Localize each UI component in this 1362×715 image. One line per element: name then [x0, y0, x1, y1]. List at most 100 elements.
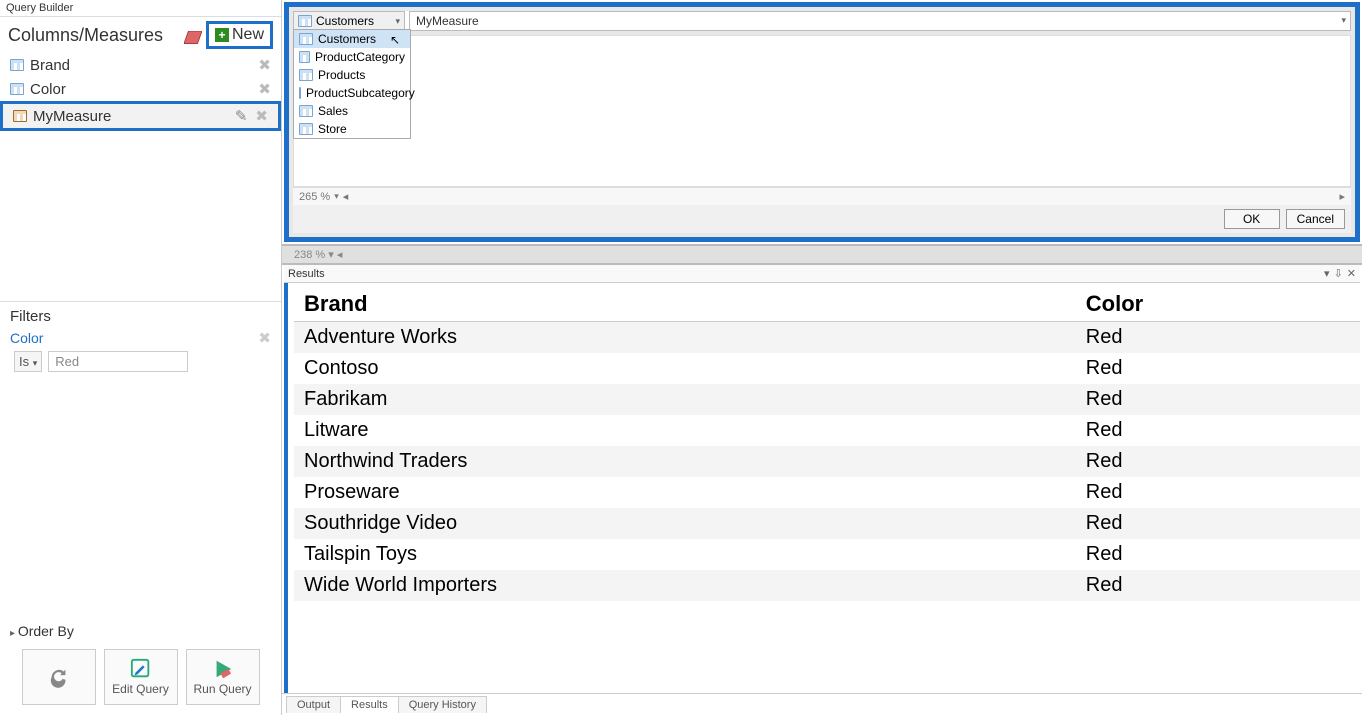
column-label: Brand — [30, 57, 254, 74]
table-row[interactable]: Adventure WorksRed — [294, 322, 1360, 354]
table-cell: Red — [1076, 415, 1360, 446]
editor-dialog-buttons: OK Cancel — [293, 205, 1351, 233]
column-item[interactable]: Color ✖ — [6, 77, 275, 101]
editor-statusbar: 265 % ▾ ◂ ▸ — [293, 187, 1351, 205]
table-dropdown-value: Customers — [316, 14, 374, 28]
dropdown-item[interactable]: Customers ↖ — [294, 30, 410, 48]
table-icon — [10, 83, 24, 95]
dropdown-item[interactable]: ProductCategory — [294, 48, 410, 66]
results-table: BrandColor Adventure WorksRedContosoRedF… — [294, 287, 1360, 601]
scroll-left-icon[interactable]: ◂ — [343, 190, 349, 203]
table-icon — [299, 69, 313, 81]
formula-editor: Customers ▾ MyMeasure ▾ Customers↖Produc… — [284, 2, 1360, 242]
filter-operator-dropdown[interactable]: Is ▾ — [14, 351, 42, 372]
dropdown-icon[interactable]: ▾ — [1324, 267, 1330, 280]
editor-body[interactable] — [293, 35, 1351, 187]
chevron-down-icon[interactable]: ▾ — [1341, 15, 1346, 26]
results-title: Results — [288, 268, 1320, 280]
dropdown-item-label: ProductSubcategory — [306, 86, 415, 100]
remove-icon[interactable]: ✖ — [258, 56, 271, 74]
close-icon[interactable]: ✕ — [1347, 267, 1356, 280]
results-body[interactable]: BrandColor Adventure WorksRedContosoRedF… — [284, 283, 1360, 693]
pin-icon[interactable]: ⇩ — [1334, 267, 1343, 280]
table-icon — [298, 15, 312, 27]
edit-query-label: Edit Query — [112, 682, 169, 696]
right-pane: Customers ▾ MyMeasure ▾ Customers↖Produc… — [282, 0, 1362, 715]
filter-name[interactable]: Color — [10, 330, 254, 346]
tab-output[interactable]: Output — [286, 696, 341, 713]
table-cell: Proseware — [294, 477, 1076, 508]
action-buttons: Edit Query Run Query — [0, 643, 281, 715]
columns-measures-header: Columns/Measures + New — [0, 17, 281, 53]
filters-title: Filters — [10, 308, 271, 325]
dropdown-item-label: Customers — [318, 32, 376, 46]
cursor-icon: ↖ — [390, 33, 400, 47]
table-cell: Southridge Video — [294, 508, 1076, 539]
columns-measures-title: Columns/Measures — [8, 25, 184, 46]
measure-icon — [13, 110, 27, 122]
table-row[interactable]: FabrikamRed — [294, 384, 1360, 415]
table-icon — [299, 51, 310, 63]
table-cell: Litware — [294, 415, 1076, 446]
remove-icon[interactable]: ✖ — [255, 107, 268, 125]
column-header[interactable]: Brand — [294, 287, 1076, 322]
filter-row: Color ✖ — [10, 329, 271, 347]
table-row[interactable]: Southridge VideoRed — [294, 508, 1360, 539]
run-query-button[interactable]: Run Query — [186, 649, 260, 705]
table-row[interactable]: ProsewareRed — [294, 477, 1360, 508]
eraser-icon[interactable] — [184, 28, 202, 42]
run-icon — [212, 658, 234, 680]
filter-value-input[interactable] — [48, 351, 188, 372]
edit-query-button[interactable]: Edit Query — [104, 649, 178, 705]
tab-results[interactable]: Results — [340, 696, 399, 713]
scroll-right-icon[interactable]: ▸ — [1339, 190, 1345, 203]
edit-icon — [130, 658, 152, 680]
table-dropdown[interactable]: Customers ▾ — [293, 11, 405, 31]
formula-text: MyMeasure — [416, 14, 479, 28]
formula-input[interactable]: MyMeasure ▾ — [409, 11, 1351, 31]
table-cell: Red — [1076, 322, 1360, 354]
table-cell: Adventure Works — [294, 322, 1076, 354]
dropdown-item[interactable]: Sales — [294, 102, 410, 120]
table-icon — [10, 59, 24, 71]
remove-icon[interactable]: ✖ — [258, 329, 271, 347]
tab-query-history[interactable]: Query History — [398, 696, 487, 713]
dropdown-item[interactable]: Store — [294, 120, 410, 138]
query-builder-pane: Query Builder Columns/Measures + New Bra… — [0, 0, 282, 715]
query-builder-title: Query Builder — [0, 0, 281, 17]
table-cell: Red — [1076, 384, 1360, 415]
table-icon — [299, 87, 301, 99]
column-item[interactable]: Brand ✖ — [6, 53, 275, 77]
new-button[interactable]: + New — [206, 21, 273, 49]
zoom-level: 265 % — [299, 191, 330, 203]
new-button-label: New — [232, 26, 264, 44]
table-row[interactable]: Northwind TradersRed — [294, 446, 1360, 477]
refresh-icon — [48, 666, 70, 688]
table-row[interactable]: LitwareRed — [294, 415, 1360, 446]
dropdown-item[interactable]: Products — [294, 66, 410, 84]
table-icon — [299, 33, 313, 45]
table-icon — [299, 123, 313, 135]
ok-button[interactable]: OK — [1224, 209, 1280, 229]
refresh-button[interactable] — [22, 649, 96, 705]
columns-list: Brand ✖ Color ✖ MyMeasure ✎ ✖ — [0, 53, 281, 131]
chevron-down-icon[interactable]: ▾ — [334, 191, 339, 202]
table-row[interactable]: Tailspin ToysRed — [294, 539, 1360, 570]
table-cell: Northwind Traders — [294, 446, 1076, 477]
table-cell: Tailspin Toys — [294, 539, 1076, 570]
remove-icon[interactable]: ✖ — [258, 80, 271, 98]
cancel-button[interactable]: Cancel — [1286, 209, 1345, 229]
pencil-icon[interactable]: ✎ — [235, 107, 248, 125]
table-cell: Fabrikam — [294, 384, 1076, 415]
dropdown-item-label: Products — [318, 68, 365, 82]
table-row[interactable]: ContosoRed — [294, 353, 1360, 384]
measure-item[interactable]: MyMeasure ✎ ✖ — [0, 101, 281, 131]
table-row[interactable]: Wide World ImportersRed — [294, 570, 1360, 601]
column-header[interactable]: Color — [1076, 287, 1360, 322]
dropdown-item[interactable]: ProductSubcategory — [294, 84, 410, 102]
table-icon — [299, 105, 313, 117]
secondary-statusbar: 238 % ▾ ◂ — [282, 244, 1362, 265]
table-cell: Red — [1076, 508, 1360, 539]
order-by-section[interactable]: Order By — [0, 615, 281, 643]
run-query-label: Run Query — [193, 682, 251, 696]
